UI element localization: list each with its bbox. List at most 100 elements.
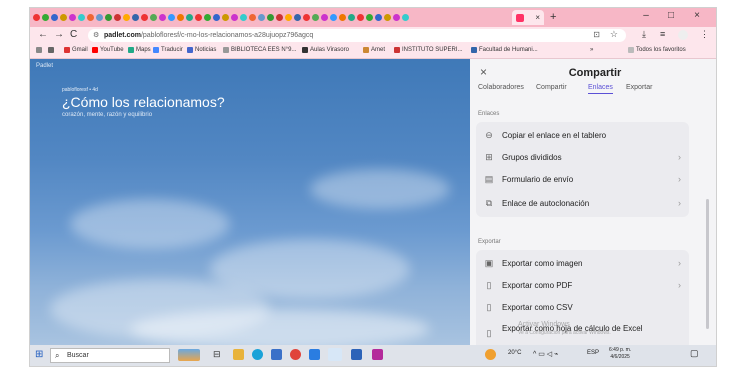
tab-favicon[interactable]	[222, 14, 229, 21]
notification-app-icon[interactable]	[485, 349, 496, 360]
tab-favicon[interactable]	[150, 14, 157, 21]
bookmark-gmail[interactable]: Gmail	[64, 47, 88, 53]
tab-favicon[interactable]	[303, 14, 310, 21]
tab-favicon[interactable]	[276, 14, 283, 21]
tab-favicon[interactable]	[312, 14, 319, 21]
padlet-logo[interactable]: Padlet	[36, 63, 53, 69]
copy-link-row[interactable]: ⊖ Copiar el enlace en el tablero	[476, 124, 689, 146]
tab-favicon[interactable]	[159, 14, 166, 21]
apps-icon[interactable]	[36, 47, 42, 53]
tab-favicon[interactable]	[393, 14, 400, 21]
new-tab-button[interactable]: +	[550, 11, 556, 23]
app-icon[interactable]	[372, 349, 383, 360]
tab-favicon[interactable]	[87, 14, 94, 21]
tab-favicon[interactable]	[240, 14, 247, 21]
tab-favicon[interactable]	[375, 14, 382, 21]
breakout-groups-row[interactable]: ⊞ Grupos divididos ›	[476, 146, 689, 168]
back-button[interactable]: ←	[38, 29, 48, 40]
bookmark-traducir[interactable]: Traducir	[153, 47, 183, 53]
edge-icon[interactable]	[252, 349, 263, 360]
maximize-button[interactable]: □	[660, 10, 682, 21]
bookmarks-more[interactable]: »	[590, 47, 593, 53]
bookmark-amet[interactable]: Amet	[363, 47, 385, 53]
tab-favicon[interactable]	[186, 14, 193, 21]
close-icon[interactable]: ×	[480, 65, 487, 79]
profile-avatar[interactable]	[678, 30, 688, 40]
store-icon[interactable]	[271, 349, 282, 360]
site-info-icon[interactable]: ⚙	[93, 31, 99, 39]
tab-favicon[interactable]	[348, 14, 355, 21]
tab-favicon[interactable]	[321, 14, 328, 21]
url-bar[interactable]: padlet.com/pablofloresf/c-mo-los-relacio…	[88, 29, 626, 42]
word-icon[interactable]	[351, 349, 362, 360]
bookmark-noticias[interactable]: Noticias	[187, 47, 216, 53]
bookmark-maps[interactable]: Maps	[128, 47, 151, 53]
tab-favicon[interactable]	[177, 14, 184, 21]
mail-icon[interactable]	[309, 349, 320, 360]
tab-favicon[interactable]	[204, 14, 211, 21]
forward-button[interactable]: →	[54, 29, 64, 40]
clock[interactable]: 6:49 p. m. 4/6/2025	[609, 347, 631, 361]
tab-close-button[interactable]: ×	[535, 13, 540, 22]
tab-favicon[interactable]	[33, 14, 40, 21]
chrome-taskbar-icon[interactable]	[328, 348, 342, 361]
downloads-icon[interactable]: ⤓	[642, 29, 646, 40]
bookmark-youtube[interactable]: YouTube	[92, 47, 124, 53]
tab-favicon[interactable]	[42, 14, 49, 21]
export-csv-row[interactable]: ▯ Exportar como CSV	[476, 296, 689, 318]
tab-strip[interactable]	[33, 11, 513, 24]
tray-icons[interactable]: ^ ▭ ◁ ⌁	[533, 350, 558, 358]
tab-favicon[interactable]	[105, 14, 112, 21]
export-pdf-row[interactable]: ▯ Exportar como PDF ›	[476, 274, 689, 296]
tab-favicon[interactable]	[123, 14, 130, 21]
extensions-icon[interactable]: ≡	[660, 29, 665, 39]
grid-apps-icon[interactable]	[48, 47, 54, 53]
all-favorites[interactable]: Todos los favoritos	[628, 47, 686, 53]
tab-favicon[interactable]	[51, 14, 58, 21]
tab-favicon[interactable]	[258, 14, 265, 21]
minimize-button[interactable]: –	[635, 10, 657, 21]
tab-favicon[interactable]	[141, 14, 148, 21]
tab-favicon[interactable]	[267, 14, 274, 21]
tab-favicon[interactable]	[231, 14, 238, 21]
tab-favicon[interactable]	[339, 14, 346, 21]
tab-favicon[interactable]	[195, 14, 202, 21]
bookmark-instituto[interactable]: INSTITUTO SUPERI...	[394, 47, 463, 53]
install-app-icon[interactable]: ⊡	[593, 30, 600, 39]
bookmark-facultad[interactable]: Facultad de Humani...	[471, 47, 538, 53]
tab-favicon[interactable]	[168, 14, 175, 21]
tab-colaboradores[interactable]: Colaboradores	[478, 84, 524, 91]
tab-exportar[interactable]: Exportar	[626, 84, 652, 91]
opera-icon[interactable]	[290, 349, 301, 360]
tab-favicon[interactable]	[366, 14, 373, 21]
tab-favicon[interactable]	[402, 14, 409, 21]
tab-favicon[interactable]	[294, 14, 301, 21]
submission-form-row[interactable]: ▤ Formulario de envío ›	[476, 168, 689, 190]
tab-favicon[interactable]	[249, 14, 256, 21]
weather-temp[interactable]: 20°C	[508, 350, 521, 356]
tab-favicon[interactable]	[330, 14, 337, 21]
tab-favicon[interactable]	[96, 14, 103, 21]
tab-favicon[interactable]	[357, 14, 364, 21]
tab-favicon[interactable]	[78, 14, 85, 21]
remake-link-row[interactable]: ⧉ Enlace de autoclonación ›	[476, 192, 689, 214]
language-indicator[interactable]: ESP	[587, 350, 599, 356]
tab-favicon[interactable]	[384, 14, 391, 21]
tab-favicon[interactable]	[114, 14, 121, 21]
tab-favicon[interactable]	[285, 14, 292, 21]
weather-widget-icon[interactable]	[178, 349, 200, 361]
tab-favicon[interactable]	[213, 14, 220, 21]
taskbar-search-input[interactable]: ⌕ Buscar	[50, 348, 170, 363]
active-tab[interactable]: ×	[512, 10, 544, 25]
windows-start-icon[interactable]: ⊞	[35, 349, 43, 360]
tab-favicon[interactable]	[132, 14, 139, 21]
tab-favicon[interactable]	[69, 14, 76, 21]
panel-scrollbar[interactable]	[706, 199, 709, 329]
reload-button[interactable]: C	[70, 29, 77, 40]
notifications-icon[interactable]: ▢	[690, 348, 699, 359]
bookmark-star-icon[interactable]: ☆	[610, 29, 618, 40]
tab-enlaces[interactable]: Enlaces	[588, 84, 613, 94]
bookmark-biblioteca[interactable]: BIBLIOTECA EES N°9...	[223, 47, 296, 53]
menu-icon[interactable]: ⋮	[700, 29, 709, 40]
task-view-icon[interactable]: ⊟	[213, 349, 221, 360]
